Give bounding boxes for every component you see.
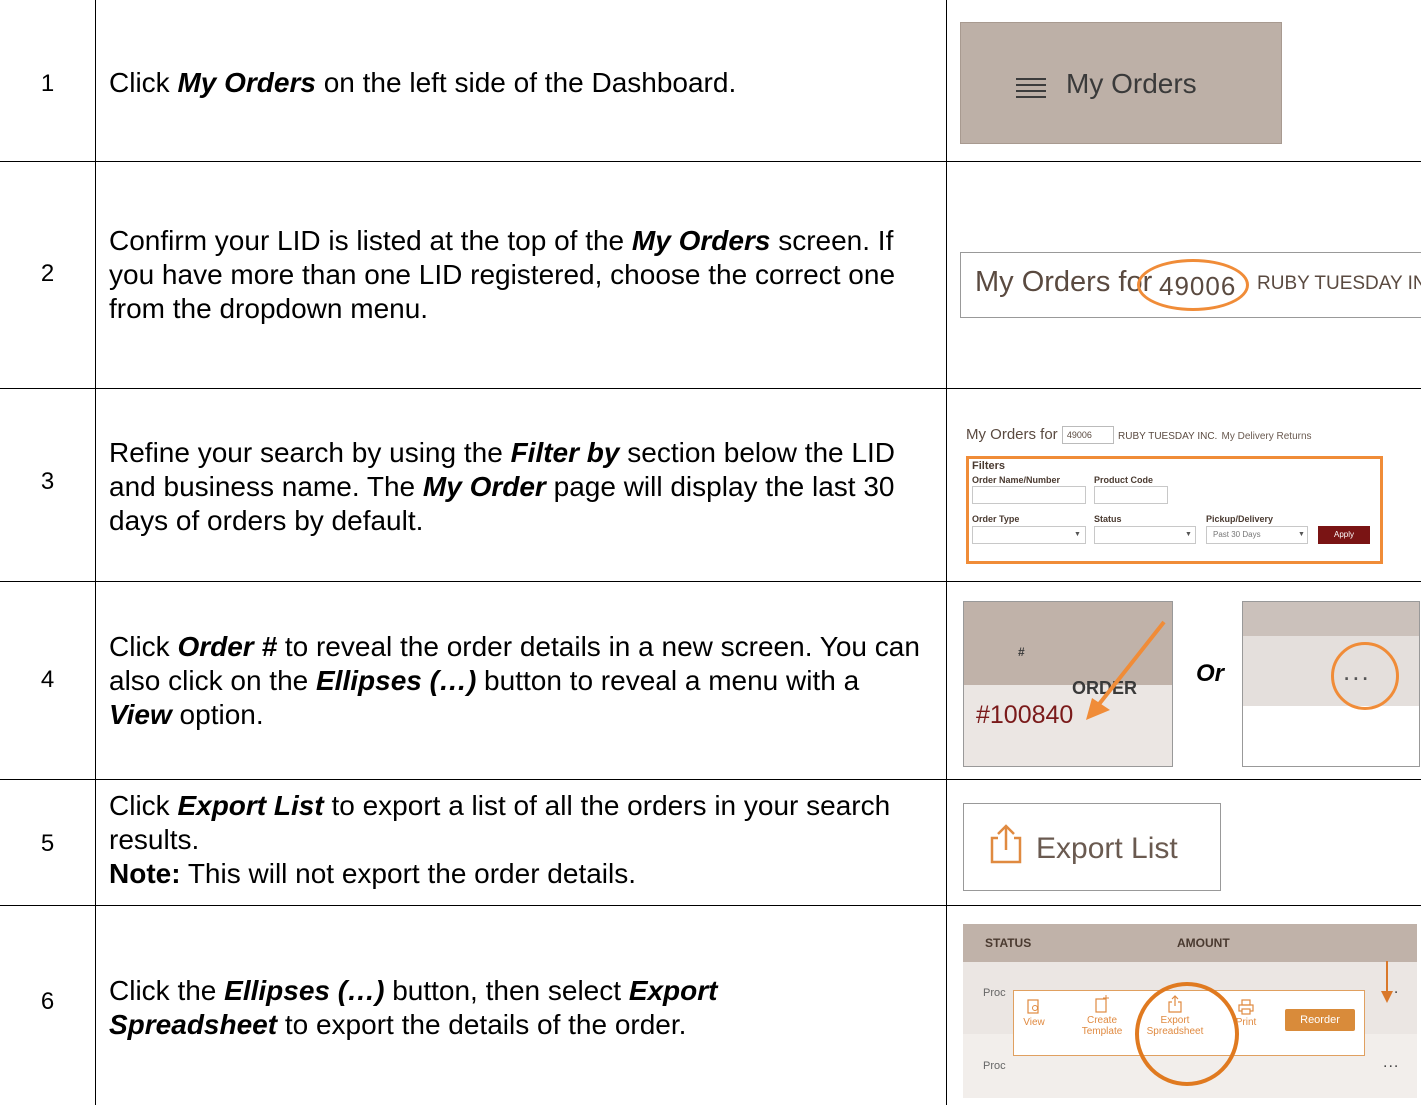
highlight-circle: [1135, 982, 1239, 1086]
upload-icon: [990, 824, 1022, 864]
menu-icon: [1016, 78, 1046, 102]
arrow-icon: [1086, 620, 1166, 720]
step-text: Click Order # to reveal the order detail…: [109, 631, 920, 730]
chevron-down-icon: ▼: [1185, 531, 1192, 538]
product-code-label: Product Code: [1094, 475, 1154, 485]
reorder-button: Reorder: [1285, 1009, 1355, 1031]
step-number: 2: [40, 260, 55, 287]
table-left-border: [95, 0, 96, 1105]
my-orders-for-label: My Orders for: [975, 266, 1153, 298]
business-name: RUBY TUESDAY INC.: [1257, 273, 1421, 294]
table-middle-border: [946, 0, 947, 1105]
order-type-select: [972, 526, 1086, 544]
view-icon: [1027, 999, 1039, 1014]
lid-dropdown: 49006: [1061, 426, 1114, 445]
filters-header: My Orders for 49006 RUBY TUESDAY INC. My…: [966, 426, 1312, 445]
header-bar: [1243, 602, 1419, 636]
step-number: 3: [40, 468, 55, 495]
print-icon: [1238, 999, 1254, 1015]
my-orders-for-screenshot: My Orders for 49006 RUBY TUESDAY INC.: [960, 252, 1421, 318]
row-divider: [0, 905, 1421, 906]
pickup-select: Past 30 Days: [1206, 526, 1308, 544]
menu-item-create-template: Create Template: [1076, 995, 1128, 1037]
order-type-label: Order Type: [972, 514, 1020, 524]
order-number-screenshot: ORDER # #100840: [963, 601, 1173, 767]
product-code-input: [1094, 486, 1168, 504]
filters-screenshot: My Orders for 49006 RUBY TUESDAY INC. My…: [960, 418, 1418, 568]
chevron-down-icon: ▼: [1074, 531, 1081, 538]
step-number: 4: [40, 666, 55, 693]
ellipses-screenshot: ...: [1242, 601, 1420, 767]
step-text: Click the Ellipses (…) button, then sele…: [109, 975, 718, 1040]
highlight-circle: [1331, 642, 1399, 710]
step-text: Click Export List to export a list of al…: [109, 790, 891, 889]
table-header: STATUS AMOUNT: [963, 924, 1417, 962]
step-number: 5: [40, 830, 55, 857]
step-number: 1: [40, 70, 55, 97]
row-divider: [0, 388, 1421, 389]
step-text: Confirm your LID is listed at the top of…: [109, 225, 896, 324]
chevron-down-icon: ▼: [1298, 531, 1305, 538]
export-list-label: Export List: [1036, 832, 1178, 865]
template-icon: [1095, 995, 1109, 1013]
order-name-input: [972, 486, 1086, 504]
ellipsis-icon: ...: [1383, 1054, 1400, 1071]
my-orders-screenshot: My Orders: [960, 22, 1282, 144]
apply-button: Apply: [1318, 526, 1370, 544]
order-name-label: Order Name/Number: [972, 475, 1061, 485]
step-text: Refine your search by using the Filter b…: [109, 437, 895, 536]
highlight-circle: [1137, 259, 1249, 311]
status-label: Status: [1094, 514, 1122, 524]
filters-title: Filters: [972, 460, 1006, 472]
or-label: Or: [1196, 660, 1225, 687]
pickup-label: Pickup/Delivery: [1206, 514, 1274, 524]
status-select: [1094, 526, 1196, 544]
step-text: Click My Orders on the left side of the …: [109, 67, 737, 98]
filters-highlight: [966, 456, 1383, 564]
row-divider: [0, 161, 1421, 162]
row-divider: [0, 779, 1421, 780]
my-orders-label: My Orders: [1066, 68, 1197, 99]
row-background: [1243, 706, 1419, 766]
row-divider: [0, 581, 1421, 582]
export-list-screenshot: Export List: [963, 803, 1221, 891]
arrow-down-icon: [1381, 961, 1393, 1003]
menu-item-view: View: [1020, 999, 1048, 1028]
step-number: 6: [40, 988, 55, 1015]
export-spreadsheet-screenshot: STATUS AMOUNT Proc Proc ... ... View Cre…: [963, 924, 1417, 1098]
